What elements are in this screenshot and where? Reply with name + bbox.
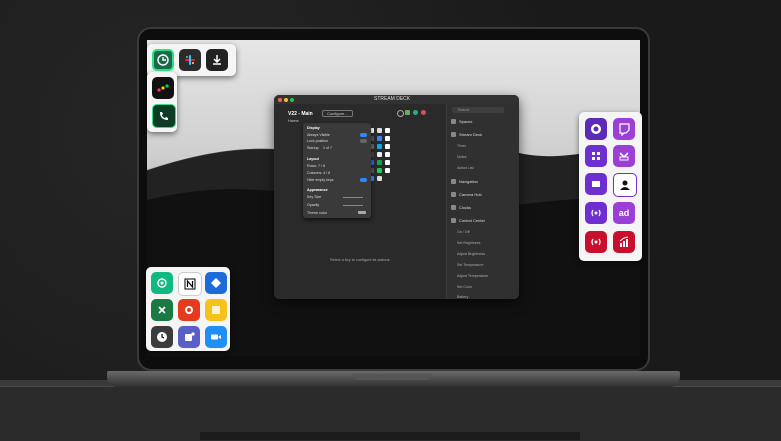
key[interactable] [385, 152, 390, 157]
profile-selector[interactable]: V22 - Main [288, 111, 313, 117]
jira-icon[interactable] [205, 272, 227, 294]
menu-item[interactable]: Rows: 7 / 8 [307, 164, 325, 168]
stats-icon[interactable] [613, 231, 635, 253]
search-input[interactable]: Search [452, 107, 504, 113]
toolbar-icon-2[interactable] [405, 110, 410, 115]
settings-menu: Display Always Visible Lock position Sta… [303, 123, 371, 218]
key[interactable] [377, 160, 382, 165]
close-button[interactable] [278, 98, 282, 102]
key-grid [369, 128, 393, 190]
twitch-icon[interactable] [613, 118, 635, 140]
clock-category-icon [451, 205, 456, 211]
minimize-button[interactable] [284, 98, 288, 102]
stream-deck-category-icon [451, 132, 456, 138]
action-item[interactable]: Set Color [457, 285, 472, 289]
navigation-icon [451, 179, 456, 185]
configure-button[interactable]: Configure... [322, 110, 353, 117]
action-item[interactable]: Set Temperature [457, 263, 484, 267]
office-icon[interactable] [178, 299, 200, 321]
live-icon[interactable] [585, 231, 607, 253]
action-item[interactable]: Adjust Brightness [457, 252, 485, 256]
status-text: Select a key to configure its actions. [330, 258, 391, 262]
desk-slot [200, 432, 580, 440]
menu-section-title: Startup [307, 146, 319, 150]
slider[interactable] [343, 205, 363, 206]
ad-icon[interactable]: ad [613, 202, 635, 224]
action-item[interactable]: Set Brightness [457, 241, 480, 245]
toggle-switch[interactable] [360, 133, 367, 137]
toolbar-icon-4[interactable] [421, 110, 426, 115]
broadcast-icon[interactable] [585, 202, 607, 224]
menu-item[interactable]: Theme color [307, 211, 327, 215]
key[interactable] [377, 144, 382, 149]
action-item[interactable]: Action List [457, 166, 474, 170]
teams-icon[interactable] [178, 326, 200, 348]
obs-icon[interactable] [585, 118, 607, 140]
stream-deck-icon[interactable] [152, 49, 174, 71]
action-item[interactable]: On / Off [457, 230, 470, 234]
key[interactable] [385, 160, 390, 165]
toolbar-icon-1[interactable] [397, 110, 404, 117]
window-title: STREAM DECK [374, 96, 411, 102]
spaces-icon [451, 119, 456, 125]
menu-item[interactable]: Opacity [307, 203, 319, 207]
laptop-notch [352, 374, 432, 380]
key[interactable] [385, 144, 390, 149]
key[interactable] [385, 136, 390, 141]
notion-icon[interactable] [178, 272, 202, 296]
menu-item[interactable]: Lock position [307, 139, 328, 143]
zoom-button[interactable] [290, 98, 294, 102]
clock-icon[interactable] [151, 326, 173, 348]
category-stream-deck[interactable]: Stream Deck [451, 132, 482, 138]
toggle-switch[interactable] [360, 178, 367, 182]
window-titlebar: STREAM DECK [274, 95, 519, 104]
search-placeholder: Search [458, 107, 470, 112]
camera-icon [451, 192, 456, 198]
ad-label: ad [618, 208, 630, 218]
action-item[interactable]: Battery [457, 295, 468, 299]
key[interactable] [377, 176, 382, 181]
menu-item[interactable]: 1 of 7 [323, 146, 332, 150]
sticky-notes-icon[interactable] [205, 299, 227, 321]
key[interactable] [385, 168, 390, 173]
scene-icon[interactable] [585, 173, 607, 195]
actions-sidebar: Search Spaces Stream Deck Timer Notes Ac… [446, 104, 519, 299]
user-icon[interactable] [613, 173, 637, 197]
control-center-icon [451, 218, 456, 224]
menu-item[interactable]: Always Visible [307, 133, 330, 137]
chevron-icon[interactable] [613, 145, 635, 167]
monday-icon[interactable] [152, 77, 174, 99]
key[interactable] [377, 136, 382, 141]
action-item[interactable]: Adjust Temperature [457, 274, 488, 278]
menu-item[interactable]: Columns: 4 / 8 [307, 171, 330, 175]
menu-section-title: Layout [307, 157, 319, 161]
menu-item[interactable]: Hide empty keys [307, 178, 334, 182]
email-icon[interactable] [151, 272, 173, 294]
page-selector[interactable]: Home [288, 118, 299, 123]
grid-icon[interactable] [585, 145, 607, 167]
key[interactable] [377, 168, 382, 173]
menu-item[interactable]: Key Size [307, 195, 321, 199]
key[interactable] [385, 128, 390, 133]
menu-section-title: Display [307, 126, 320, 130]
key[interactable] [377, 128, 382, 133]
phone-icon[interactable] [152, 104, 176, 128]
zoom-icon[interactable] [205, 326, 227, 348]
category-navigation[interactable]: Navigation [451, 179, 478, 185]
category-spaces[interactable]: Spaces [451, 119, 472, 125]
category-clocks[interactable]: Clocks [451, 205, 471, 211]
toggle-switch[interactable] [360, 139, 367, 143]
category-camera-hub[interactable]: Camera Hub [451, 192, 482, 198]
color-swatch[interactable] [358, 211, 366, 214]
download-icon[interactable] [206, 49, 228, 71]
excel-icon[interactable] [151, 299, 173, 321]
slack-icon[interactable] [179, 49, 201, 71]
action-item[interactable]: Notes [457, 155, 466, 159]
toolbar-icon-3[interactable] [413, 110, 418, 115]
category-control-center[interactable]: Control Center [451, 218, 485, 224]
key[interactable] [377, 152, 382, 157]
action-item[interactable]: Timer [457, 144, 466, 148]
slider[interactable] [343, 197, 363, 198]
menu-section-title: Appearance [307, 188, 328, 192]
